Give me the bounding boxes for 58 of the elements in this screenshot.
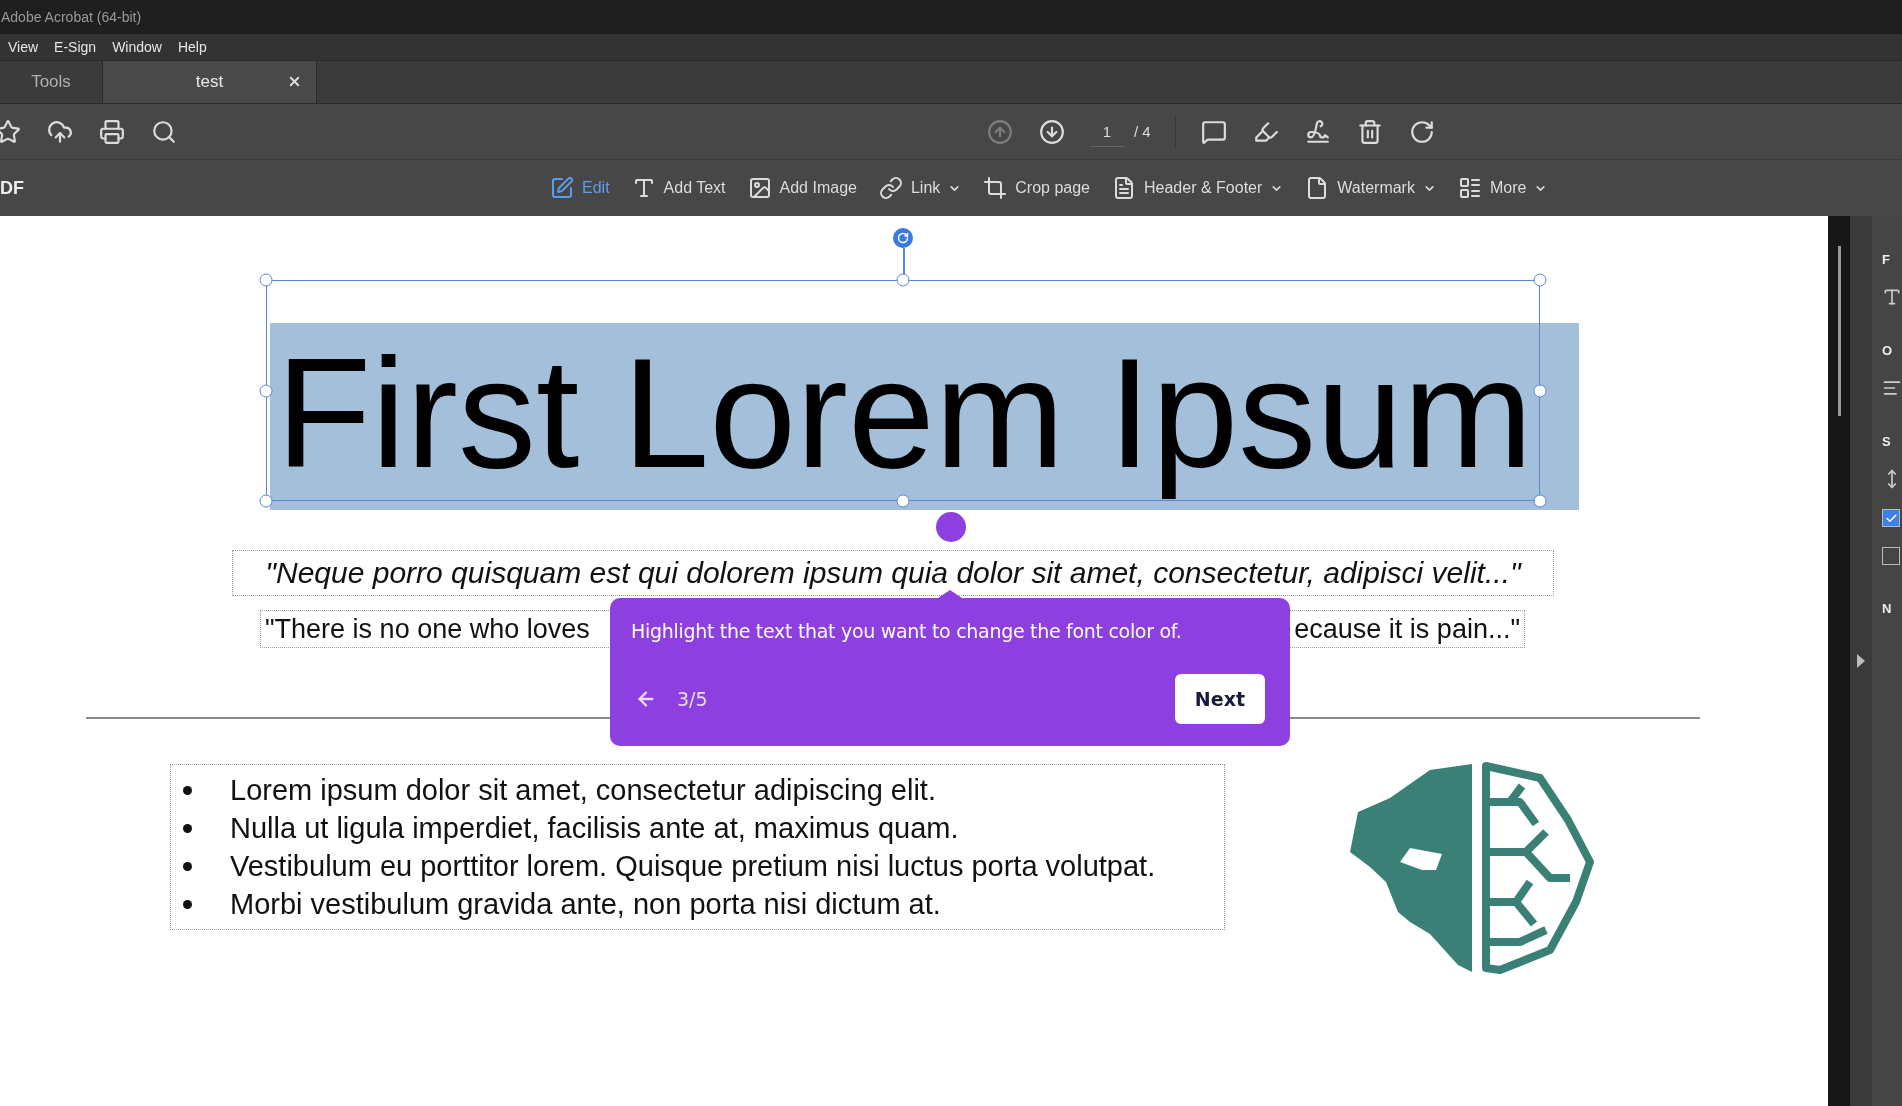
tool-button[interactable]: Header & Footer: [1112, 176, 1284, 200]
list-item: Vestibulum eu porttitor lorem. Quisque pretium nisi luctus porta volutpat.: [230, 849, 1156, 883]
resize-handle[interactable]: [896, 273, 910, 287]
close-icon[interactable]: [287, 74, 302, 89]
resize-handle[interactable]: [1533, 273, 1547, 287]
arrow-down-icon[interactable]: [1038, 117, 1066, 146]
toolbar-title: DF: [0, 177, 25, 199]
panel-heading: O: [1882, 343, 1894, 358]
resize-handle[interactable]: [259, 384, 273, 397]
step-counter: 3/5: [677, 688, 708, 710]
list-item: Lorem ipsum dolor sit amet, consectetur adipiscing elit.: [230, 773, 936, 807]
panel-tool-icon[interactable]: [1882, 378, 1902, 398]
star-icon[interactable]: [0, 117, 22, 146]
document-tab[interactable]: test: [103, 61, 317, 103]
tour-beacon: [936, 512, 966, 542]
tool-button[interactable]: Watermark: [1305, 176, 1436, 200]
tool-button[interactable]: Add Text: [631, 176, 726, 200]
quote-text: ecause it is pain...": [1294, 613, 1520, 645]
tool-button[interactable]: More: [1457, 176, 1548, 200]
list-item: Nulla ut ligula imperdiet, facilisis ante at, maximus quam.: [230, 811, 959, 845]
rotate-handle[interactable]: [893, 228, 913, 248]
scrollbar[interactable]: [1837, 246, 1841, 416]
resize-handle[interactable]: [259, 494, 273, 508]
print-icon[interactable]: [98, 117, 126, 146]
panel-tool-icon[interactable]: [1882, 287, 1902, 307]
document-icon: [1112, 176, 1136, 200]
crop-icon: [983, 176, 1008, 200]
bullet-icon: [183, 785, 192, 795]
list-icon: [1457, 176, 1482, 200]
checkbox[interactable]: [1882, 547, 1900, 565]
check-icon: [1884, 511, 1898, 525]
image-icon: [747, 176, 772, 200]
panel-heading: S: [1882, 434, 1892, 449]
menu-item[interactable]: E-Sign: [54, 39, 97, 55]
bullet-icon: [183, 861, 192, 871]
menu-item[interactable]: Window: [112, 39, 162, 55]
menu-item[interactable]: View: [8, 39, 39, 55]
menu-item[interactable]: Help: [177, 39, 207, 55]
window-title: Adobe Acrobat (64-bit): [1, 9, 142, 25]
quote-text: "Neque porro quisquam est qui dolorem ipsum quia dolor sit amet, consectetur, adipisci velit...": [232, 550, 1554, 596]
tool-button[interactable]: Crop page: [983, 176, 1090, 200]
resize-handle[interactable]: [259, 273, 273, 287]
tooltip-text: Highlight the text that you want to change the font color of.: [631, 620, 1183, 642]
panel-heading: F: [1882, 252, 1891, 267]
bullet-icon: [183, 823, 192, 833]
checkbox[interactable]: [1882, 509, 1900, 527]
quote-text: "There is no one who loves: [265, 613, 590, 645]
tool-button[interactable]: Add Image: [747, 176, 857, 200]
list-item: Morbi vestibulum gravida ante, non porta nisi dictum at.: [230, 887, 941, 921]
page-number-field[interactable]: 1: [1090, 116, 1124, 147]
bullet-icon: [183, 899, 192, 909]
edit-pen-icon: [550, 176, 574, 200]
next-button[interactable]: Next: [1174, 674, 1265, 724]
link-icon: [878, 176, 903, 200]
panel-heading: N: [1882, 601, 1893, 616]
selected-heading[interactable]: First Lorem Ipsum: [270, 323, 1579, 510]
page-total: / 4: [1134, 123, 1151, 140]
tool-button[interactable]: Link: [878, 176, 962, 200]
